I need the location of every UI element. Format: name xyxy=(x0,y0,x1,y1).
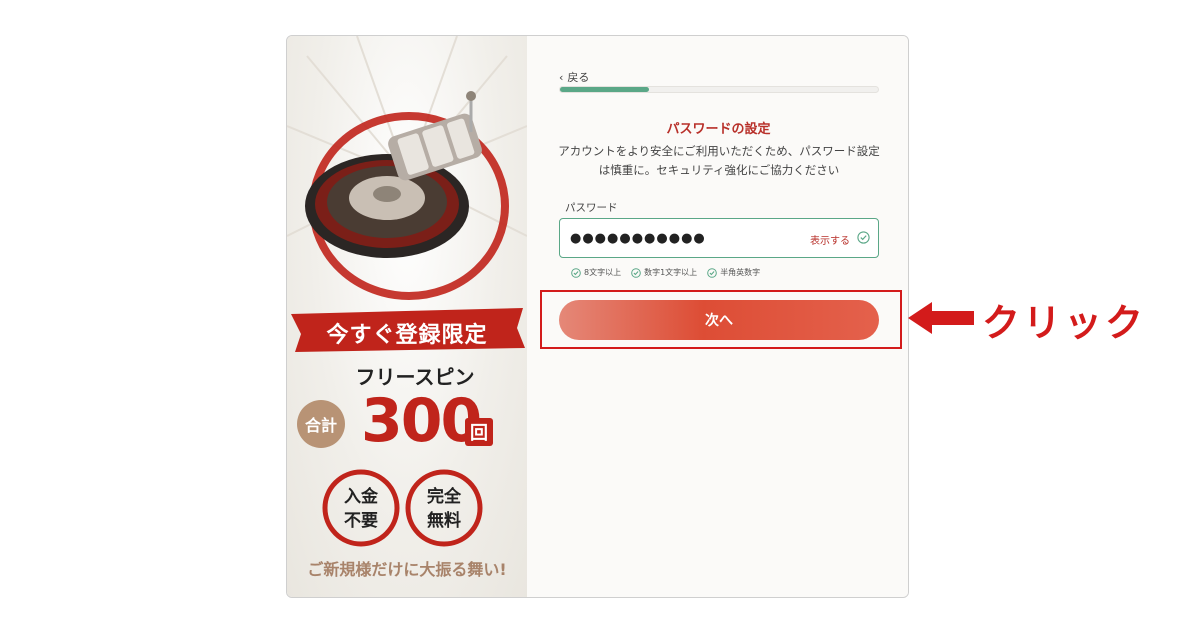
free-stamp: 完全 無料 xyxy=(407,471,481,545)
spin-count: 300 xyxy=(361,386,482,456)
progress-fill xyxy=(560,87,650,92)
password-rule: 8文字以上 xyxy=(571,267,621,278)
password-rule-text: 8文字以上 xyxy=(584,268,622,277)
check-circle-icon xyxy=(571,267,581,278)
password-rule-text: 数字1文字以上 xyxy=(644,268,698,277)
promo-tagline: ご新規様だけに大振る舞い! xyxy=(307,560,507,579)
check-circle-icon xyxy=(707,267,717,278)
free-text: 完全 無料 xyxy=(427,487,461,531)
no-deposit-stamp: 入金 不要 xyxy=(324,471,398,545)
back-link[interactable]: ‹ 戻る xyxy=(559,69,589,85)
password-rule-text: 半角英数字 xyxy=(720,268,761,277)
chevron-left-icon: ‹ xyxy=(559,70,564,84)
show-password-toggle[interactable]: 表示する xyxy=(810,232,850,247)
promo-banner: 今すぐ登録限定 xyxy=(326,323,488,348)
no-deposit-text: 入金 不要 xyxy=(344,487,378,531)
back-label: 戻る xyxy=(567,71,590,84)
total-badge: 合計 xyxy=(297,400,345,448)
form-description: アカウントをより安全にご利用いただくため、パスワード設定は慎重に。セキュリティ強… xyxy=(558,144,880,177)
spin-count-unit: 回 xyxy=(465,418,493,446)
check-circle-icon xyxy=(857,231,870,244)
password-rule: 半角英数字 xyxy=(707,267,760,278)
password-label: パスワード xyxy=(565,202,618,214)
password-rule: 数字1文字以上 xyxy=(631,267,697,278)
highlight-box xyxy=(540,290,902,349)
password-input[interactable] xyxy=(568,219,802,258)
password-rules: 8文字以上 数字1文字以上 半角英数字 xyxy=(571,267,760,278)
progress-bar xyxy=(559,86,879,93)
form-title: パスワードの設定 xyxy=(666,122,771,137)
promo-panel: 今すぐ登録限定 フリースピン 合計 300 回 入金 不要 完全 無料 ご新規様… xyxy=(287,36,527,597)
password-field: 表示する xyxy=(559,218,879,258)
check-circle-icon xyxy=(631,267,641,278)
arrow-left-icon xyxy=(908,302,974,334)
click-annotation: クリック xyxy=(982,301,1147,345)
